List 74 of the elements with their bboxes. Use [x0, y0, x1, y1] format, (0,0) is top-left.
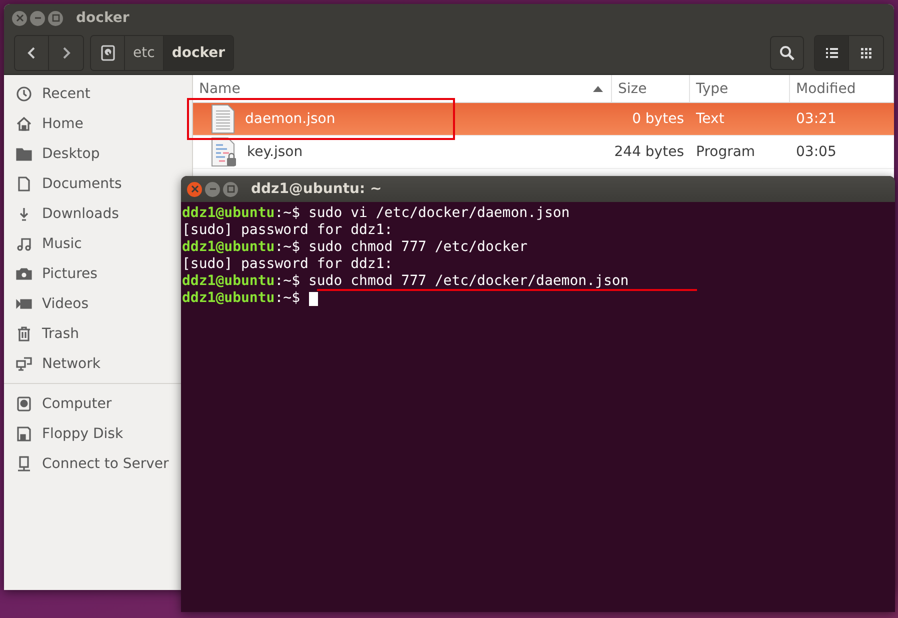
- script-file-icon: [211, 137, 237, 167]
- folder-icon: [16, 146, 32, 162]
- server-icon: [16, 456, 32, 472]
- maximize-button[interactable]: [223, 182, 238, 196]
- prompt-user: ddz1@ubuntu: [182, 239, 275, 256]
- file-name: key.json: [247, 144, 303, 160]
- sidebar-item[interactable]: Pictures: [4, 259, 102, 289]
- chevron-right-icon: [61, 46, 71, 60]
- column-header[interactable]: Type: [690, 75, 790, 102]
- maximize-icon: [52, 14, 60, 22]
- sidebar-item[interactable]: Connect to Server: [4, 449, 173, 479]
- path-button[interactable]: docker: [164, 36, 234, 70]
- sidebar-item[interactable]: Downloads: [4, 199, 123, 229]
- command-text: sudo chmod 777 /etc/docker: [307, 239, 528, 256]
- sidebar-item[interactable]: Computer: [4, 389, 116, 419]
- camera-icon: [16, 266, 32, 282]
- column-header[interactable]: Modified: [790, 75, 894, 102]
- prompt-path: :~$: [274, 205, 300, 222]
- maximize-button[interactable]: [48, 10, 63, 26]
- file-row[interactable]: key.json 244 bytes Program 03:05: [193, 136, 894, 169]
- minimize-button[interactable]: [30, 10, 45, 26]
- command-text: sudo vi /etc/docker/daemon.json: [307, 205, 570, 222]
- list-icon: [826, 48, 838, 58]
- table-cell-text: 244 bytes: [613, 144, 685, 160]
- search-button[interactable]: [770, 36, 804, 70]
- video-icon: [16, 296, 32, 312]
- close-button[interactable]: [187, 182, 202, 196]
- computer-path-button[interactable]: [91, 36, 125, 70]
- column-header[interactable]: Name: [193, 75, 612, 102]
- search-icon: [779, 45, 795, 61]
- text-file-icon: [211, 104, 235, 134]
- table-cell-text: 03:21: [795, 111, 838, 127]
- sidebar-item[interactable]: Music: [4, 229, 86, 259]
- grid-icon: [860, 48, 872, 58]
- clock-icon: [16, 86, 32, 102]
- output-text: [sudo] password for ddz1:: [182, 256, 393, 273]
- sidebar-item[interactable]: Documents: [4, 169, 126, 199]
- minimize-button[interactable]: [205, 182, 220, 196]
- table-cell-text: 03:05: [795, 144, 838, 160]
- network-icon: [16, 356, 32, 372]
- column-header[interactable]: Size: [612, 75, 690, 102]
- music-note-icon: [16, 236, 32, 252]
- maximize-icon: [226, 185, 234, 193]
- home-icon: [16, 116, 32, 132]
- prompt-user: ddz1@ubuntu: [182, 273, 275, 290]
- prompt-path: :~$: [274, 239, 300, 256]
- sort-arrow-icon: [593, 86, 603, 92]
- document-icon: [16, 176, 32, 192]
- sidebar-item[interactable]: Floppy Disk: [4, 419, 128, 449]
- file-name: daemon.json: [245, 111, 336, 127]
- sidebar-item[interactable]: Trash: [4, 319, 83, 349]
- prompt-user: ddz1@ubuntu: [182, 205, 275, 222]
- table-cell-text: Text: [695, 111, 726, 127]
- sidebar-item[interactable]: Network: [4, 349, 104, 379]
- trash-icon: [16, 326, 32, 342]
- close-icon: [16, 14, 24, 22]
- sidebar-item[interactable]: Desktop: [4, 139, 104, 169]
- prompt-path: :~$: [274, 290, 300, 307]
- close-icon: [190, 185, 198, 193]
- list-view-button[interactable]: [815, 36, 849, 70]
- close-button[interactable]: [12, 10, 27, 26]
- sidebar-item[interactable]: Videos: [4, 289, 93, 319]
- prompt-path: :~$: [274, 273, 300, 290]
- window-title: ddz1@ubuntu: ~: [251, 181, 382, 197]
- sidebar-item[interactable]: Recent: [4, 79, 94, 109]
- table-cell-text: 0 bytes: [631, 111, 685, 127]
- output-text: [sudo] password for ddz1:: [182, 222, 393, 239]
- table-cell-text: Program: [695, 144, 756, 160]
- prompt-user: ddz1@ubuntu: [182, 290, 275, 307]
- window-title: docker: [76, 10, 130, 26]
- back-button[interactable]: [15, 36, 49, 70]
- chevron-left-icon: [26, 46, 36, 60]
- sidebar-item[interactable]: Home: [4, 109, 88, 139]
- command-text: sudo chmod 777 /etc/docker/daemon.json: [307, 273, 629, 290]
